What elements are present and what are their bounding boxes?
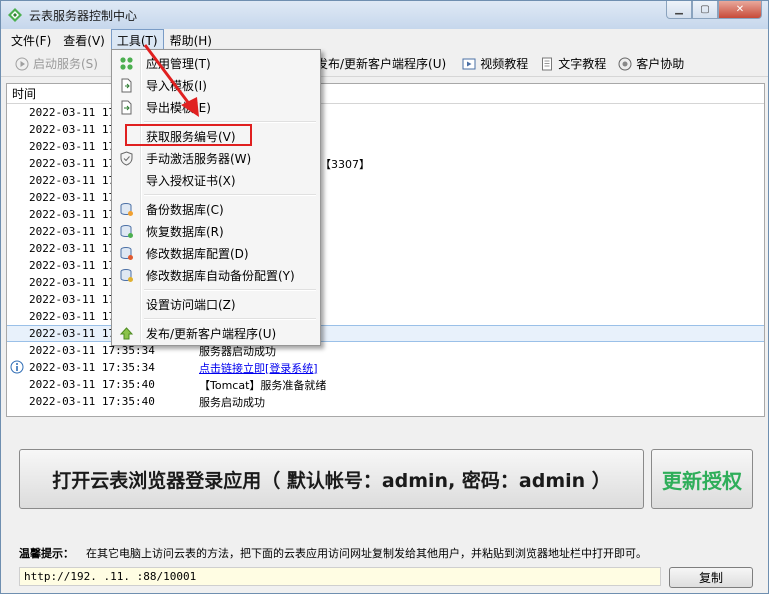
menu-item-backup-db[interactable]: 备份数据库(C)	[114, 198, 318, 220]
menu-item-modify-db-config[interactable]: 修改数据库配置(D)	[114, 242, 318, 264]
document-icon	[542, 57, 553, 70]
menu-separator	[114, 315, 318, 322]
info-icon	[10, 360, 24, 374]
text-tutorial-button[interactable]: 文字教程	[534, 53, 612, 75]
renew-license-button[interactable]: 更新授权	[651, 449, 753, 509]
log-row[interactable]: 2022-03-11 17:35:34 点击链接立即[登录系统]	[7, 359, 764, 376]
close-icon: ✕	[735, 4, 745, 15]
login-link[interactable]: 点击链接立即[登录系统]	[193, 360, 318, 376]
copy-button[interactable]: 复制	[669, 567, 753, 588]
menu-tools[interactable]: 工具(T)	[110, 29, 164, 50]
text-tutorial-label: 文字教程	[558, 57, 607, 71]
play-icon	[15, 57, 29, 70]
menu-item-label: 修改数据库自动备份配置(Y)	[146, 268, 295, 283]
menu-item-app-manage[interactable]: 应用管理(T)	[114, 52, 318, 74]
menu-bar: 文件(F) 查看(V) 工具(T) 帮助(H)	[1, 29, 768, 50]
database-icon	[120, 269, 133, 282]
menu-item-label: 手动激活服务器(W)	[146, 151, 252, 166]
start-service-button[interactable]: 启动服务(S)	[9, 53, 104, 75]
menu-help[interactable]: 帮助(H)	[164, 29, 218, 50]
menu-item-export-template[interactable]: 导出模板(E)	[114, 96, 318, 118]
log-row[interactable]: 2022-03-11 17:35:40 【Tomcat】服务准备就绪	[7, 376, 764, 393]
window-controls: ▁ ▢ ✕	[666, 1, 762, 19]
minimize-icon: ▁	[675, 4, 683, 15]
tip-text: 在其它电脑上访问云表的方法，把下面的云表应用访问网址复制发给其他用户，并粘贴到浏…	[86, 547, 647, 560]
minimize-button[interactable]: ▁	[666, 1, 692, 19]
start-service-label: 启动服务(S)	[33, 57, 98, 71]
apps-icon	[120, 57, 133, 70]
log-message: 【Tomcat】服务准备就绪	[199, 378, 327, 392]
video-icon	[462, 58, 476, 69]
video-tutorial-button[interactable]: 视频教程	[456, 53, 534, 75]
app-window: 云表服务器控制中心 ▁ ▢ ✕ 文件(F) 查看(V) 工具(T) 帮助(H) …	[0, 0, 769, 594]
menu-view[interactable]: 查看(V)	[57, 29, 111, 50]
menu-item-manual-activate[interactable]: 手动激活服务器(W)	[114, 147, 318, 169]
database-icon	[120, 247, 133, 260]
highlight-box	[125, 124, 252, 146]
video-tutorial-label: 视频教程	[480, 57, 529, 71]
maximize-button[interactable]: ▢	[692, 1, 718, 19]
import-icon	[121, 78, 132, 93]
publish-client-label: 发布/更新客户端程序(U)	[315, 57, 447, 71]
close-button[interactable]: ✕	[718, 1, 762, 19]
log-time: 2022-03-11 17:35:40	[29, 378, 155, 391]
menu-item-label: 设置访问端口(Z)	[146, 297, 236, 312]
log-message: 服务启动成功	[199, 395, 265, 409]
tip-line: 温馨提示： 在其它电脑上访问云表的方法，把下面的云表应用访问网址复制发给其他用户，…	[19, 545, 647, 561]
window-title: 云表服务器控制中心	[29, 9, 138, 23]
open-browser-login-button[interactable]: 打开云表浏览器登录应用（ 默认帐号：admin, 密码：admin ）	[19, 449, 644, 509]
maximize-icon: ▢	[700, 4, 710, 15]
menu-item-label: 发布/更新客户端程序(U)	[146, 326, 277, 341]
shield-icon	[120, 151, 133, 166]
menu-item-restore-db[interactable]: 恢复数据库(R)	[114, 220, 318, 242]
menu-separator	[114, 286, 318, 293]
tools-menu-dropdown: 应用管理(T) 导入模板(I) 导出模板(E) 获取服务编号(V) 手动激活服务…	[111, 49, 321, 346]
menu-separator	[114, 191, 318, 198]
menu-item-publish-client[interactable]: 发布/更新客户端程序(U)	[114, 322, 318, 344]
log-time: 2022-03-11 17:35:40	[29, 395, 155, 408]
database-icon	[120, 225, 133, 238]
title-bar[interactable]: 云表服务器控制中心 ▁ ▢ ✕	[1, 1, 768, 29]
log-time: 2022-03-11 17:35:34	[29, 361, 155, 374]
database-icon	[120, 203, 133, 216]
assist-icon	[618, 57, 632, 70]
app-logo-icon	[8, 8, 22, 22]
menu-file[interactable]: 文件(F)	[5, 29, 57, 50]
log-row[interactable]: 2022-03-11 17:35:40 服务启动成功	[7, 393, 764, 410]
publish-client-button[interactable]: 发布/更新客户端程序(U)	[310, 53, 452, 75]
export-icon	[121, 100, 132, 115]
upload-icon	[119, 327, 134, 340]
menu-item-label: 导入授权证书(X)	[146, 173, 236, 188]
access-url-field[interactable]: http://192. .11. :88/10001	[19, 567, 661, 586]
menu-item-import-license[interactable]: 导入授权证书(X)	[114, 169, 318, 191]
menu-item-set-port[interactable]: 设置访问端口(Z)	[114, 293, 318, 315]
menu-item-modify-auto-backup[interactable]: 修改数据库自动备份配置(Y)	[114, 264, 318, 286]
menu-item-label: 修改数据库配置(D)	[146, 246, 249, 261]
menu-item-import-template[interactable]: 导入模板(I)	[114, 74, 318, 96]
customer-assist-label: 客户协助	[636, 57, 685, 71]
tip-label: 温馨提示：	[19, 547, 74, 560]
customer-assist-button[interactable]: 客户协助	[612, 53, 690, 75]
